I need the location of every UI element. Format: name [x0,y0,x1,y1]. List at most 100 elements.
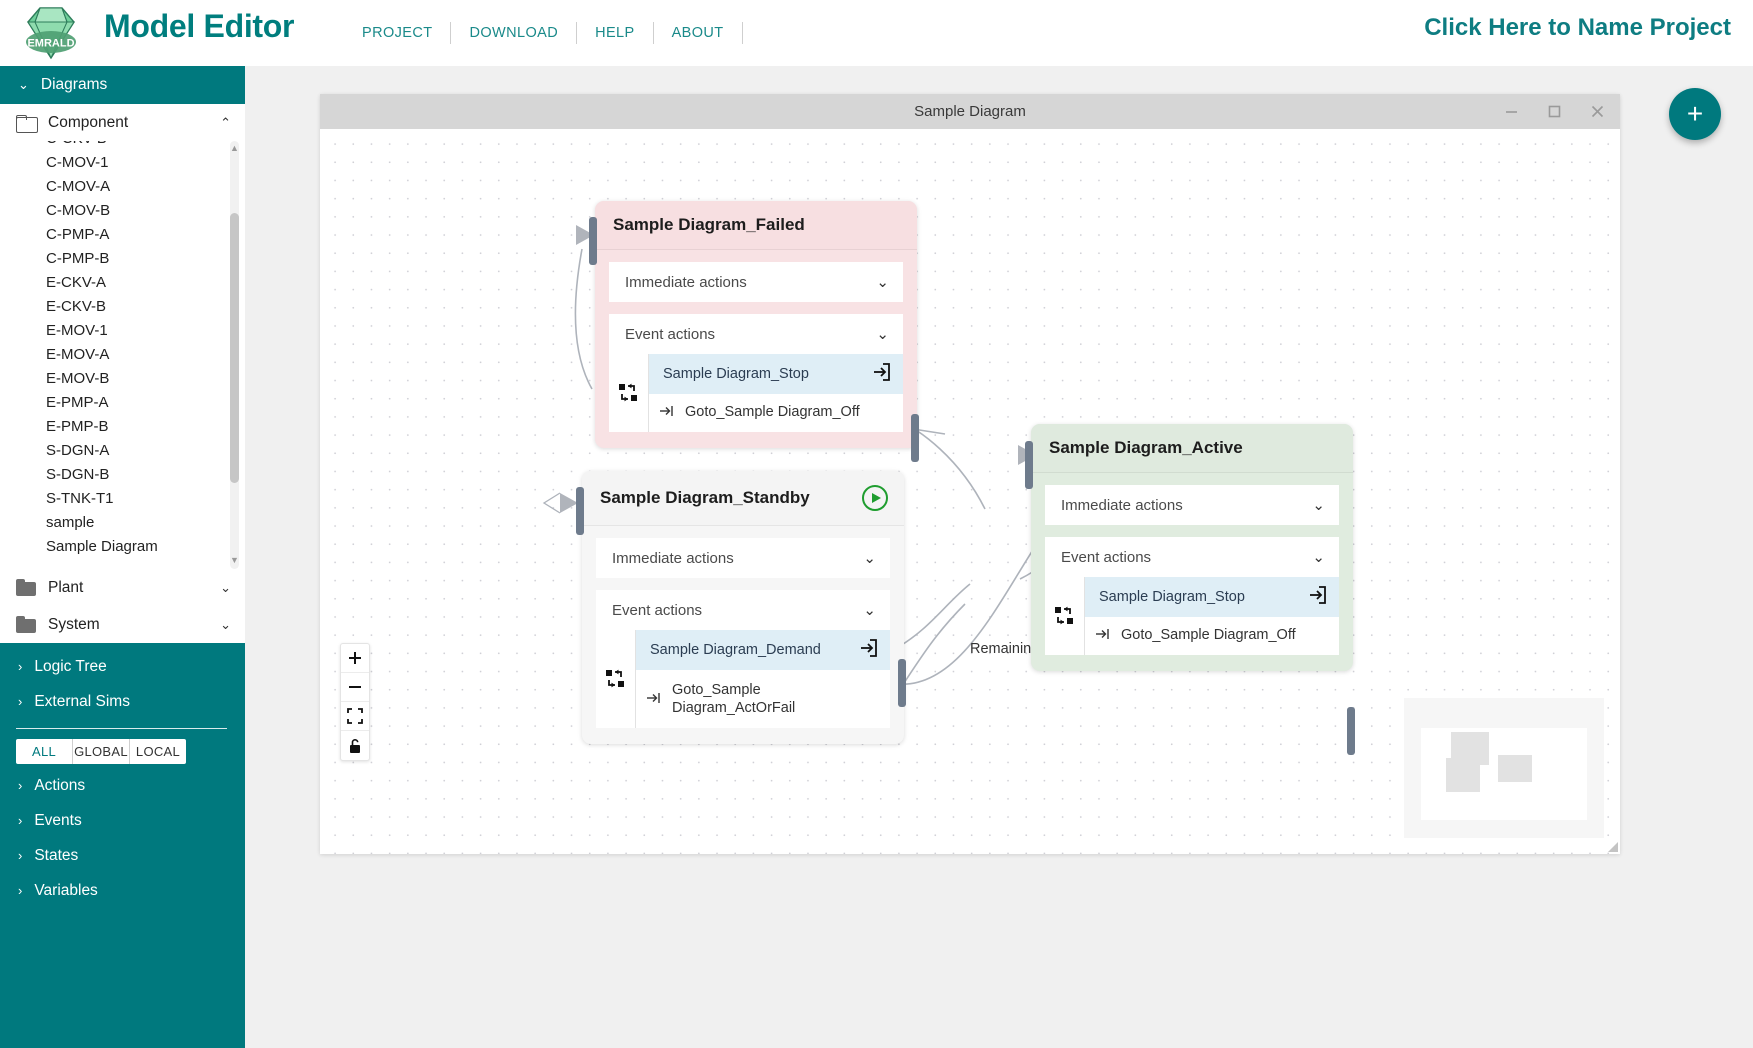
sidebar-section-external-sims[interactable]: › External Sims [0,684,245,719]
sidebar-section-variables[interactable]: › Variables [0,873,245,908]
fit-view-button[interactable] [341,702,369,731]
sidebar-section-logic-tree[interactable]: › Logic Tree [0,649,245,684]
immediate-actions-accordion[interactable]: Immediate actions ⌄ [596,538,890,578]
diagram-canvas[interactable]: Remaining Sample Diagram_Failed Immediat… [320,129,1620,854]
scope-filter-global[interactable]: GLOBAL [73,739,130,764]
node-handle-left-active[interactable] [1025,441,1033,489]
tree-item-c-pmp-a[interactable]: C-PMP-A [0,223,245,247]
event-row[interactable]: Sample Diagram_Stop [649,354,903,394]
diagram-window-titlebar[interactable]: Sample Diagram [320,94,1620,129]
event-actions-accordion[interactable]: Event actions ⌄ [596,590,890,630]
diagram-window-title: Sample Diagram [914,103,1026,120]
chevron-down-icon[interactable]: ⌄ [863,601,876,619]
node-header[interactable]: Sample Diagram_Failed [595,201,917,250]
close-icon[interactable] [1589,103,1606,120]
nav-item-help[interactable]: HELP [577,25,652,41]
event-row[interactable]: Sample Diagram_Stop [1085,577,1339,617]
zoom-out-button[interactable] [341,673,369,702]
scope-filter-local[interactable]: LOCAL [130,739,186,764]
action-row[interactable]: Goto_Sample Diagram_ActOrFail [636,670,890,729]
immediate-actions-accordion[interactable]: Immediate actions ⌄ [609,262,903,302]
folder-icon [16,579,36,596]
sidebar-section-events[interactable]: › Events [0,803,245,838]
minimap-node [1446,758,1480,792]
open-event-icon[interactable] [1307,585,1327,609]
event-actions-accordion[interactable]: Event actions ⌄ [609,314,903,354]
chevron-down-icon[interactable]: ⌄ [1312,496,1325,514]
tree-item-e-pmp-b[interactable]: E-PMP-B [0,415,245,439]
window-resize-grip[interactable] [1606,840,1618,852]
state-node-sample-diagram-failed[interactable]: Sample Diagram_Failed Immediate actions … [595,201,917,449]
project-name-button[interactable]: Click Here to Name Project [1424,14,1731,42]
nav-item-project[interactable]: PROJECT [344,25,450,41]
minimap-node [1498,755,1532,782]
sidebar-section-actions[interactable]: › Actions [0,768,245,803]
tree-item-c-pmp-b[interactable]: C-PMP-B [0,247,245,271]
tree-item-c-mov-b[interactable]: C-MOV-B [0,199,245,223]
event-row[interactable]: Sample Diagram_Demand [636,630,890,670]
scroll-up-icon[interactable]: ▲ [229,143,240,154]
event-actions-label: Event actions [612,601,703,619]
chevron-down-icon[interactable]: ⌄ [220,617,231,633]
tree-item-s-dgn-b[interactable]: S-DGN-B [0,463,245,487]
tree-item-sample[interactable]: sample [0,511,245,535]
tree-item-c-mov-a[interactable]: C-MOV-A [0,175,245,199]
tree-item-e-mov-b[interactable]: E-MOV-B [0,367,245,391]
state-node-sample-diagram-standby[interactable]: Sample Diagram_Standby Immediate actions… [582,471,904,745]
folder-plant[interactable]: Plant ⌄ [0,569,245,606]
tree-item-e-mov-a[interactable]: E-MOV-A [0,343,245,367]
open-event-icon[interactable] [858,638,878,662]
nav-item-about[interactable]: ABOUT [654,25,742,41]
minimize-icon[interactable] [1503,103,1520,120]
tree-item-e-ckv-a[interactable]: E-CKV-A [0,271,245,295]
chevron-up-icon[interactable]: ⌃ [220,115,231,131]
add-diagram-button[interactable]: + [1669,88,1721,140]
action-row[interactable]: Goto_Sample Diagram_Off [1085,617,1339,656]
tree-scrollbar-thumb[interactable] [230,213,239,483]
action-name: Goto_Sample Diagram_Off [685,404,860,420]
node-handle-right-active[interactable] [1347,707,1355,755]
run-state-icon[interactable] [862,485,888,511]
node-handle-right-standby[interactable] [898,659,906,707]
immediate-actions-accordion[interactable]: Immediate actions ⌄ [1045,485,1339,525]
tree-item-c-mov-1[interactable]: C-MOV-1 [0,151,245,175]
tree-item-e-pmp-a[interactable]: E-PMP-A [0,391,245,415]
minimap[interactable] [1404,698,1604,838]
chevron-down-icon: ⌄ [18,77,29,92]
tree-item-e-mov-1[interactable]: E-MOV-1 [0,319,245,343]
action-row[interactable]: Goto_Sample Diagram_Off [649,394,903,433]
lock-button[interactable] [341,731,369,760]
goto-action-icon [646,691,662,710]
folder-component[interactable]: Component ⌃ [0,104,245,141]
sidebar-section-diagrams[interactable]: ⌄ Diagrams [0,66,245,104]
chevron-down-icon[interactable]: ⌄ [876,273,889,291]
tree-item-e-ckv-b[interactable]: E-CKV-B [0,295,245,319]
node-handle-left-failed[interactable] [589,217,597,265]
event-actions-accordion[interactable]: Event actions ⌄ [1045,537,1339,577]
chevron-down-icon[interactable]: ⌄ [1312,548,1325,566]
edge-label-remaining: Remaining [970,641,1040,657]
node-handle-left-standby[interactable] [576,487,584,535]
scope-filter-all[interactable]: ALL [16,739,73,764]
node-header[interactable]: Sample Diagram_Active [1031,424,1353,473]
immediate-actions-label: Immediate actions [612,549,734,567]
tree-item-s-tnk-t1[interactable]: S-TNK-T1 [0,487,245,511]
node-handle-right-failed[interactable] [911,414,919,462]
state-node-sample-diagram-active[interactable]: Sample Diagram_Active Immediate actions … [1031,424,1353,672]
maximize-icon[interactable] [1546,103,1563,120]
chevron-down-icon[interactable]: ⌄ [863,549,876,567]
folder-system[interactable]: System ⌄ [0,606,245,643]
scroll-down-icon[interactable]: ▼ [229,555,240,566]
chevron-down-icon[interactable]: ⌄ [220,580,231,596]
tree-item-s-dgn-a[interactable]: S-DGN-A [0,439,245,463]
sidebar: ⌄ Diagrams Component ⌃ C-CKV-B C-MOV-1 C… [0,66,245,1048]
chevron-down-icon[interactable]: ⌄ [876,325,889,343]
nav-item-download[interactable]: DOWNLOAD [451,25,576,41]
sidebar-section-states[interactable]: › States [0,838,245,873]
immediate-actions-label: Immediate actions [1061,496,1183,514]
open-event-icon[interactable] [871,362,891,386]
tree-item-c-ckv-b[interactable]: C-CKV-B [0,141,245,151]
node-header[interactable]: Sample Diagram_Standby [582,471,904,526]
zoom-in-button[interactable] [341,644,369,673]
tree-item-sample-diagram[interactable]: Sample Diagram [0,535,245,559]
